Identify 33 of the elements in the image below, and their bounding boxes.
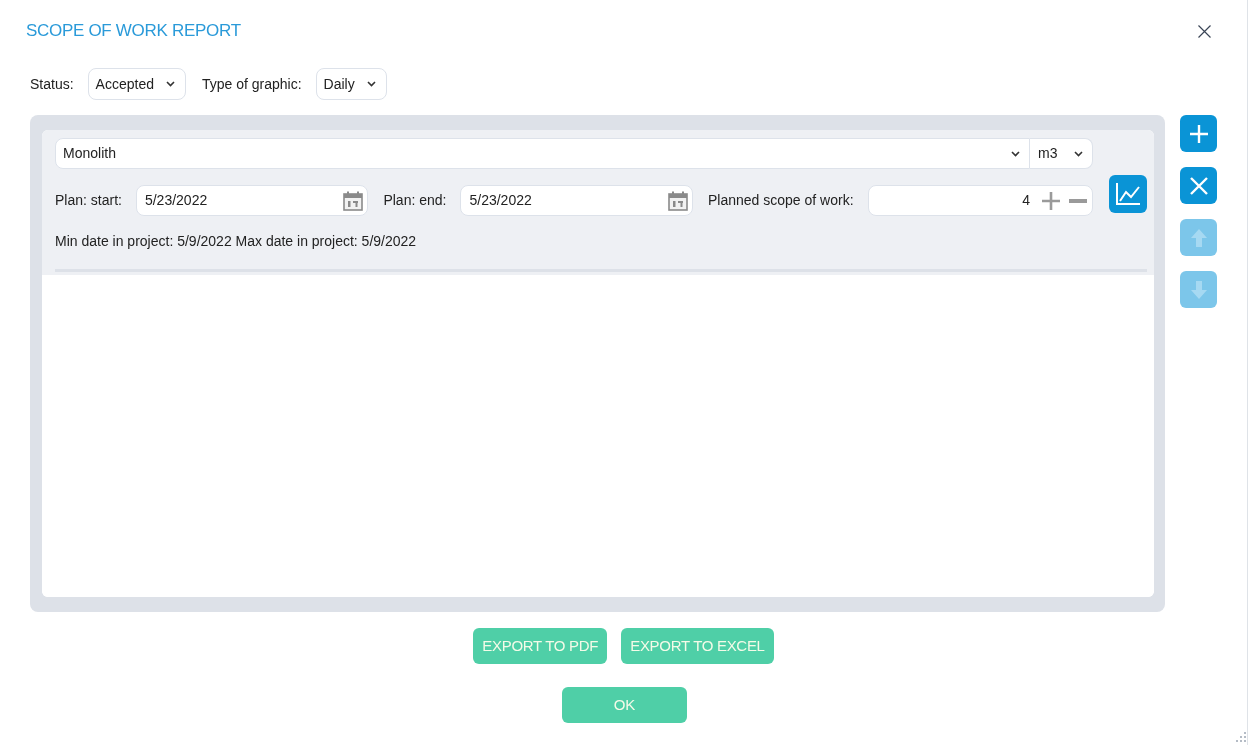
date-field[interactable]: 5/23/2022 [460, 185, 693, 216]
plus-icon[interactable] [1042, 191, 1060, 210]
filter-select[interactable]: Daily [315, 68, 387, 100]
minus-icon[interactable] [1069, 198, 1087, 203]
number-field[interactable]: 4 [867, 185, 1093, 216]
chevron-down-icon [1011, 150, 1020, 157]
chevron-down-icon [1074, 150, 1083, 157]
date-range-text: Min date in project: 5/9/2022 Max date in project: 5/9/2022 [55, 233, 418, 250]
chart-button[interactable] [1109, 175, 1147, 213]
field-label: Plan: end: [383, 191, 447, 210]
line-chart-icon [1115, 182, 1141, 206]
close-icon [1197, 24, 1211, 38]
work-item-select[interactable]: Monolith [55, 138, 1030, 169]
date-field[interactable]: 5/23/2022 [135, 185, 369, 216]
remove-button[interactable] [1180, 167, 1217, 204]
add-button[interactable] [1180, 115, 1217, 152]
close-icon [1189, 176, 1208, 195]
resize-grip-icon[interactable] [1236, 732, 1246, 742]
dialog-title: SCOPE OF WORK REPORT [26, 20, 241, 43]
filter-label: Status: [30, 74, 74, 94]
chevron-down-icon [366, 81, 376, 87]
chevron-down-icon [165, 81, 175, 87]
arrow-down-icon [1189, 279, 1208, 300]
field-label: Plan: start: [55, 191, 122, 210]
arrow-up-icon [1189, 227, 1208, 248]
plus-icon [1188, 123, 1209, 144]
calendar-icon[interactable] [668, 190, 688, 211]
field-label: Planned scope of work: [708, 191, 854, 210]
filter-label: Type of graphic: [201, 74, 302, 94]
filter-select[interactable]: Accepted [87, 68, 186, 100]
unit-select[interactable]: m3 [1030, 138, 1093, 169]
calendar-icon[interactable] [343, 190, 364, 211]
close-button[interactable] [1197, 24, 1211, 38]
